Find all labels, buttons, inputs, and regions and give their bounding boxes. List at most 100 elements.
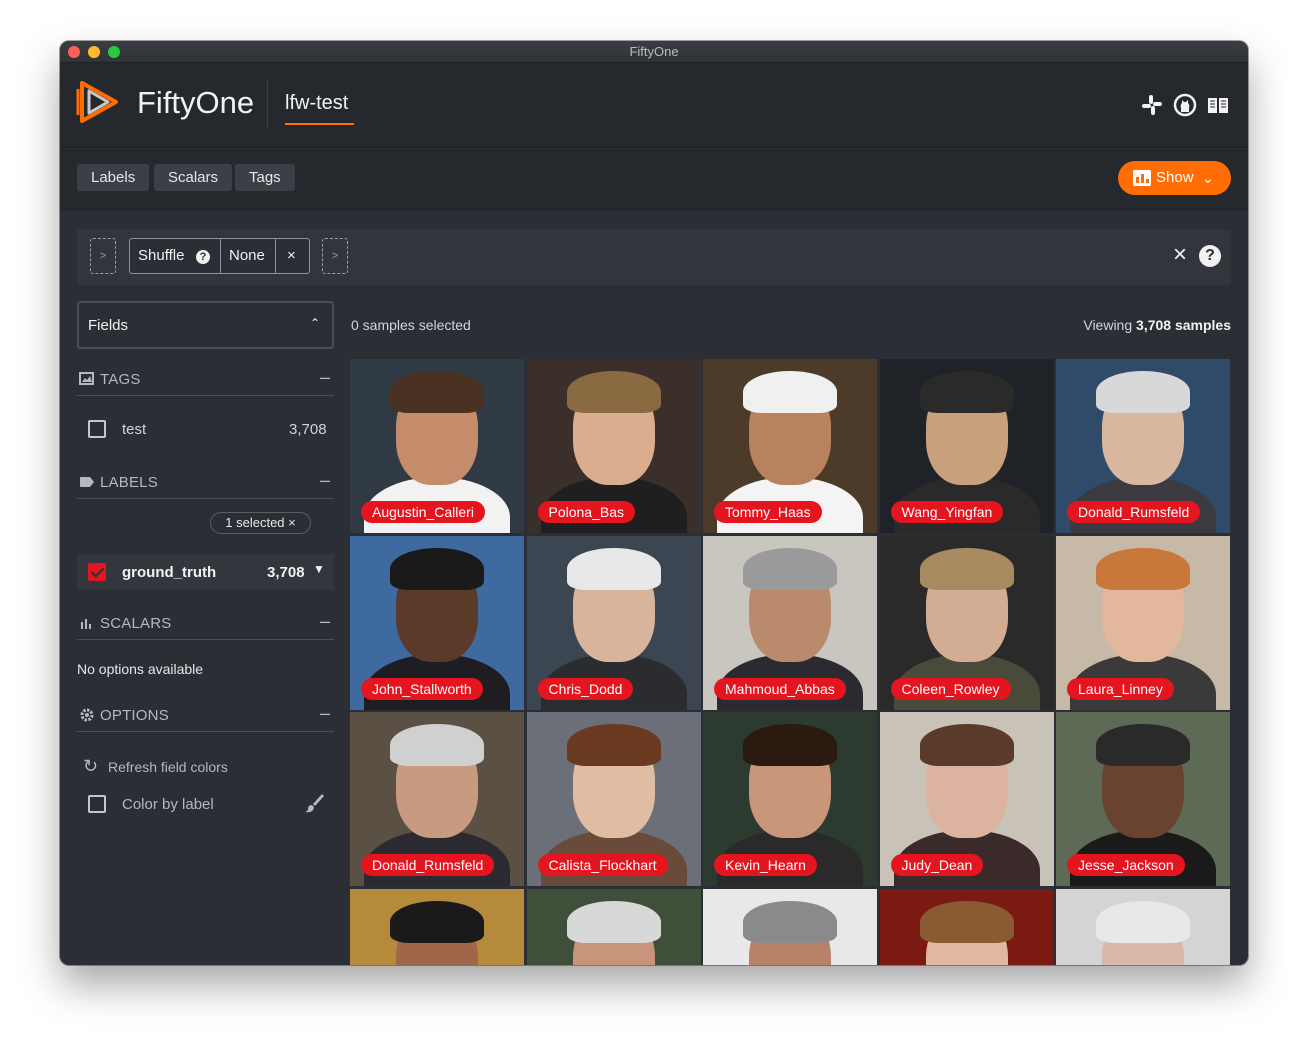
view-bar: > Shuffle ? None × > × ? — [77, 229, 1231, 285]
sample-tile[interactable]: Augustin_Calleri — [350, 359, 524, 533]
sample-image — [390, 724, 484, 766]
ground-truth-count: 3,708 — [267, 564, 305, 581]
stage-name: Shuffle — [138, 247, 185, 264]
clear-view-icon[interactable]: × — [1173, 243, 1187, 267]
tab-labels[interactable]: Labels — [77, 164, 150, 191]
window-title: FiftyOne — [629, 44, 679, 59]
sample-image — [390, 547, 484, 590]
ground-truth-label-tag: John_Stallworth — [361, 677, 483, 700]
sample-tile[interactable] — [1056, 888, 1230, 965]
show-button[interactable]: Show ⌄ — [1118, 161, 1231, 195]
collapse-icon[interactable]: – — [320, 703, 330, 724]
stage-help-icon[interactable]: ? — [196, 239, 210, 273]
collapse-icon[interactable]: – — [320, 611, 330, 632]
content-header: 0 samples selected Viewing 3,708 samples — [351, 317, 1231, 337]
shuffle-stage[interactable]: Shuffle ? None × — [129, 238, 310, 274]
sample-tile[interactable]: Coleen_Rowley — [879, 535, 1054, 710]
sample-tile[interactable] — [526, 888, 701, 965]
ground-truth-label-tag: Donald_Rumsfeld — [1067, 501, 1201, 523]
tab-scalars[interactable]: Scalars — [154, 164, 233, 191]
scalars-section-title: SCALARS — [100, 615, 172, 632]
scalars-empty-text: No options available — [77, 661, 204, 677]
collapse-icon[interactable]: – — [320, 470, 330, 491]
add-stage-before-button[interactable]: > — [90, 238, 116, 274]
sample-tile[interactable]: John_Stallworth — [350, 535, 524, 710]
fields-sidebar: Fields ⌃ TAGS – test 3,708 LABELS – 1 se… — [77, 301, 334, 951]
samples-grid: Augustin_Calleri Polona_Bas Tommy_Haas Wang… — [350, 359, 1232, 965]
sample-tile[interactable] — [703, 888, 877, 965]
sample-tile[interactable]: Chris_Dodd — [526, 535, 701, 710]
caret-down-icon[interactable]: ▼ — [313, 562, 325, 576]
tags-section-title: TAGS — [100, 371, 141, 388]
refresh-icon[interactable]: ↻ — [83, 756, 98, 777]
tab-tags[interactable]: Tags — [235, 164, 295, 191]
refresh-field-colors-button[interactable]: Refresh field colors — [108, 759, 228, 775]
tabs-bar: Labels Scalars Tags Show ⌄ — [60, 149, 1248, 211]
title-bar: FiftyOne — [60, 41, 1248, 63]
color-by-label-checkbox[interactable] — [88, 795, 106, 813]
sample-image — [743, 900, 837, 943]
github-icon[interactable] — [1173, 93, 1197, 117]
sample-tile[interactable] — [879, 888, 1054, 965]
sample-tile[interactable]: Mahmoud_Abbas — [703, 535, 877, 710]
sample-image — [390, 371, 484, 413]
labels-section-title: LABELS — [100, 474, 158, 491]
color-by-label-text: Color by label — [122, 796, 214, 813]
options-section-title: OPTIONS — [100, 707, 169, 724]
viewing-prefix: Viewing — [1083, 317, 1133, 333]
sample-tile[interactable]: Calista_Flockhart — [526, 712, 701, 886]
sample-tile[interactable] — [350, 888, 524, 965]
ground-truth-checkbox[interactable] — [88, 563, 106, 581]
remove-stage-button[interactable]: × — [287, 239, 296, 273]
add-stage-after-button[interactable]: > — [322, 238, 348, 274]
tags-section-header[interactable]: TAGS – — [77, 366, 334, 396]
ground-truth-label-tag: Chris_Dodd — [537, 677, 634, 700]
ground-truth-label-tag: Laura_Linney — [1067, 677, 1174, 700]
help-icon[interactable]: ? — [1199, 245, 1221, 267]
docs-book-icon[interactable] — [1206, 93, 1230, 117]
ground-truth-row[interactable]: ground_truth 3,708 ▼ — [77, 554, 334, 590]
sample-image — [566, 547, 661, 590]
fields-dropdown[interactable]: Fields ⌃ — [77, 301, 334, 349]
tag-test-label: test — [122, 421, 147, 438]
options-section-header[interactable]: OPTIONS – — [77, 702, 334, 732]
ground-truth-label-tag: Augustin_Calleri — [361, 501, 485, 523]
sample-image — [919, 724, 1014, 766]
sample-image — [1096, 724, 1190, 766]
sample-image — [919, 900, 1014, 943]
ground-truth-label-tag: Kevin_Hearn — [714, 854, 817, 876]
sample-tile[interactable]: Jesse_Jackson — [1056, 712, 1230, 886]
ground-truth-label-tag: Jesse_Jackson — [1067, 854, 1185, 876]
collapse-icon[interactable]: – — [320, 367, 330, 388]
sample-image — [1096, 900, 1190, 943]
ground-truth-label-tag: Polona_Bas — [537, 501, 636, 523]
sample-tile[interactable]: Donald_Rumsfeld — [1056, 359, 1230, 533]
scalars-section-header[interactable]: SCALARS – — [77, 610, 334, 640]
tag-test-checkbox[interactable] — [88, 420, 106, 438]
sample-tile[interactable]: Donald_Rumsfeld — [350, 712, 524, 886]
sample-tile[interactable]: Polona_Bas — [526, 359, 701, 533]
sample-tile[interactable]: Judy_Dean — [879, 712, 1054, 886]
sample-image — [919, 547, 1014, 590]
sample-image — [1096, 547, 1190, 590]
sample-image — [743, 371, 837, 413]
paint-brush-icon[interactable] — [303, 792, 325, 814]
labels-selected-pill[interactable]: 1 selected × — [210, 512, 311, 534]
labels-section-header[interactable]: LABELS – — [77, 469, 334, 499]
ground-truth-label-tag: Wang_Yingfan — [890, 501, 1004, 523]
minimize-window-button[interactable] — [88, 46, 100, 58]
chevron-up-icon: ⌃ — [309, 316, 320, 330]
sample-tile[interactable]: Laura_Linney — [1056, 535, 1230, 710]
app-header: FiftyOne lfw-test — [60, 63, 1248, 148]
maximize-window-button[interactable] — [108, 46, 120, 58]
slack-icon[interactable] — [1140, 93, 1164, 117]
dataset-name[interactable]: lfw-test — [285, 92, 348, 115]
close-window-button[interactable] — [68, 46, 80, 58]
brand-name[interactable]: FiftyOne — [137, 85, 254, 121]
stage-value[interactable]: None — [229, 239, 265, 273]
sample-tile[interactable]: Wang_Yingfan — [879, 359, 1054, 533]
fiftyone-logo-icon[interactable] — [76, 79, 122, 125]
sample-tile[interactable]: Kevin_Hearn — [703, 712, 877, 886]
sample-image — [743, 547, 837, 590]
sample-tile[interactable]: Tommy_Haas — [703, 359, 877, 533]
